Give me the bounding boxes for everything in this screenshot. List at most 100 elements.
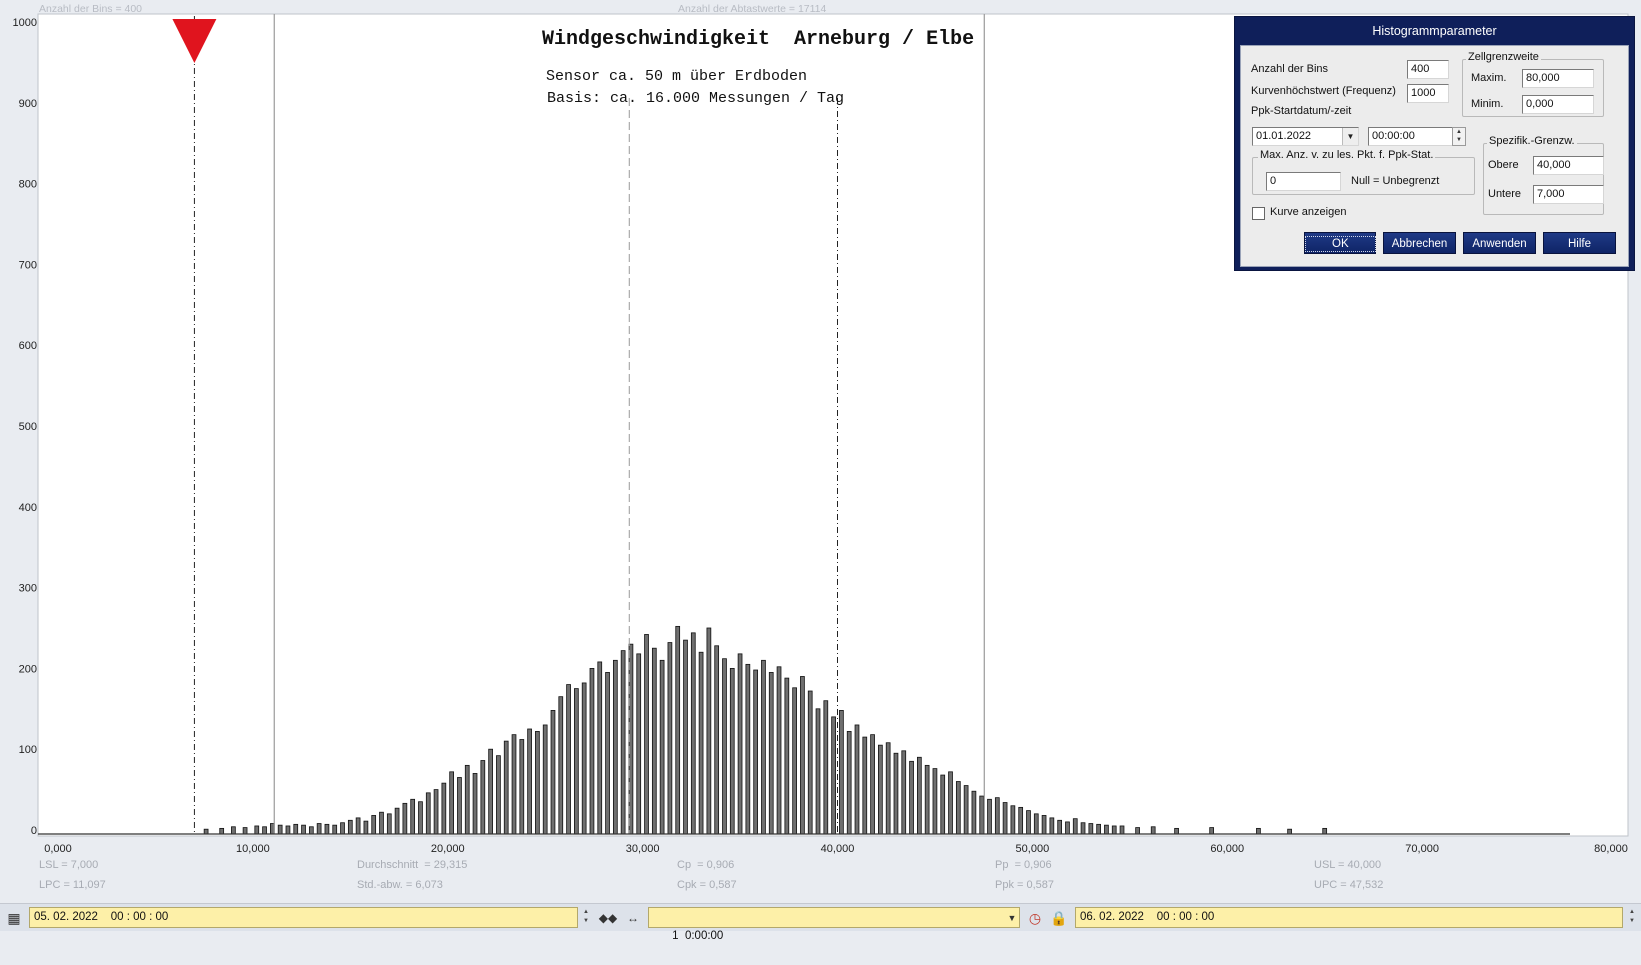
histogram-bar bbox=[745, 663, 751, 835]
expand-range-icon[interactable]: ↔ bbox=[622, 909, 644, 927]
max-points-hint: Null = Unbegrenzt bbox=[1351, 175, 1440, 187]
histogram-bar bbox=[1322, 827, 1328, 835]
show-curve-label: Kurve anzeigen bbox=[1270, 206, 1347, 218]
histogram-bar bbox=[854, 724, 860, 835]
histogram-bar bbox=[846, 731, 852, 835]
histogram-bar bbox=[862, 736, 868, 835]
histogram-bar bbox=[371, 815, 377, 835]
cell-min-input[interactable]: 0,000 bbox=[1522, 95, 1594, 114]
start-datetime-spinner[interactable]: ▲ ▼ bbox=[580, 908, 592, 927]
max-points-input[interactable]: 0 bbox=[1266, 172, 1341, 191]
y-tick-label: 800 bbox=[19, 179, 37, 191]
histogram-bar bbox=[885, 742, 891, 835]
y-tick-label: 400 bbox=[19, 502, 37, 514]
end-datetime-spinner[interactable]: ▲ ▼ bbox=[1626, 908, 1638, 927]
ppk-start-date-dropdown[interactable]: 01.01.2022 ▼ bbox=[1252, 127, 1359, 146]
histogram-bar bbox=[620, 650, 626, 835]
chart-subtitle-2: Basis: ca. 16.000 Messungen / Tag bbox=[547, 90, 844, 107]
y-tick-label: 100 bbox=[19, 744, 37, 756]
time-spinner[interactable]: ▲ ▼ bbox=[1452, 127, 1466, 146]
y-tick-label: 500 bbox=[19, 421, 37, 433]
bins-label: Anzahl der Bins bbox=[1251, 63, 1329, 75]
histogram-bar bbox=[994, 797, 1000, 835]
x-tick-label: 50,000 bbox=[1016, 843, 1050, 855]
histogram-window: 1000 900 800 700 600 500 400 300 200 100 0 0,000 10,… bbox=[0, 0, 1641, 942]
histogram-bar bbox=[893, 752, 899, 835]
histogram-bar bbox=[581, 682, 587, 835]
histogram-bar bbox=[231, 826, 236, 835]
histogram-bar bbox=[542, 724, 548, 835]
spin-down-icon[interactable]: ▼ bbox=[1453, 136, 1465, 144]
ok-button-label: OK bbox=[1305, 236, 1376, 252]
histogram-bar bbox=[963, 785, 969, 835]
bins-input[interactable]: 400 bbox=[1407, 60, 1449, 79]
start-datetime-input[interactable]: 05. 02. 2022 00 : 00 : 00 bbox=[29, 907, 578, 928]
x-tick-label: 30,000 bbox=[626, 843, 660, 855]
histogram-bar bbox=[807, 690, 813, 835]
histogram-bar bbox=[776, 666, 782, 835]
y-tick-label: 900 bbox=[19, 98, 37, 110]
max-frequency-input[interactable]: 1000 bbox=[1407, 84, 1449, 103]
histogram-bar bbox=[1026, 810, 1031, 835]
histogram-bar bbox=[948, 771, 953, 835]
stat-ppk: Ppk = 0,587 bbox=[995, 879, 1055, 891]
histogram-bar bbox=[792, 687, 797, 835]
help-button[interactable]: Hilfe bbox=[1543, 232, 1616, 254]
clock-icon[interactable]: ◷ bbox=[1026, 909, 1044, 927]
chevron-down-icon[interactable]: ▼ bbox=[1342, 128, 1358, 145]
spin-up-icon[interactable]: ▲ bbox=[1453, 128, 1465, 136]
histogram-bar bbox=[1018, 806, 1024, 835]
histogram-bar bbox=[1041, 815, 1047, 835]
apply-button[interactable]: Anwenden bbox=[1463, 232, 1536, 254]
spin-down-icon[interactable]: ▼ bbox=[1626, 917, 1638, 926]
histogram-bar bbox=[332, 824, 338, 835]
stat-usl: USL = 40,000 bbox=[1314, 859, 1382, 871]
x-tick-label: 10,000 bbox=[236, 843, 270, 855]
histogram-bar bbox=[729, 668, 735, 835]
x-tick-label: 60,000 bbox=[1210, 843, 1244, 855]
spin-down-icon[interactable]: ▼ bbox=[580, 917, 592, 926]
ppk-start-date-value: 01.01.2022 bbox=[1256, 130, 1312, 142]
chevron-down-icon[interactable]: ▼ bbox=[1003, 909, 1021, 927]
end-datetime-input[interactable]: 06. 02. 2022 00 : 00 : 00 bbox=[1075, 907, 1623, 928]
histogram-bar bbox=[768, 672, 774, 835]
spin-up-icon[interactable]: ▲ bbox=[1626, 908, 1638, 917]
histogram-bar bbox=[347, 819, 353, 835]
dialog-title[interactable]: Histogrammparameter bbox=[1235, 17, 1634, 45]
histogram-bar bbox=[1065, 821, 1070, 835]
histogram-bar bbox=[1002, 802, 1008, 835]
histogram-bar bbox=[402, 802, 408, 835]
cancel-button[interactable]: Abbrechen bbox=[1383, 232, 1456, 254]
histogram-bar bbox=[496, 755, 501, 835]
stat-lpc: LPC = 11,097 bbox=[39, 879, 106, 891]
histogram-bar bbox=[1080, 822, 1086, 835]
cell-max-input[interactable]: 80,000 bbox=[1522, 69, 1594, 88]
histogram-bar bbox=[242, 827, 248, 835]
histogram-bar bbox=[924, 764, 930, 835]
histogram-bar bbox=[488, 748, 493, 835]
histogram-bar bbox=[511, 734, 517, 835]
spec-upper-input[interactable]: 40,000 bbox=[1533, 156, 1604, 175]
histogram-bar bbox=[870, 734, 875, 835]
histogram-bar bbox=[659, 659, 665, 835]
y-tick-label: 600 bbox=[19, 340, 37, 352]
histogram-bar bbox=[979, 795, 985, 835]
y-tick-label: 300 bbox=[19, 583, 37, 595]
chart-title: Windgeschwindigkeit Arneburg / Elbe bbox=[542, 28, 974, 51]
time-range-bar: ▦ 05. 02. 2022 00 : 00 : 00 ▲ ▼ ◆◆ ↔ 1 0:… bbox=[0, 903, 1641, 942]
histogram-bar bbox=[441, 782, 447, 835]
lock-icon[interactable]: 🔒 bbox=[1050, 909, 1068, 927]
spec-lower-input[interactable]: 7,000 bbox=[1533, 185, 1604, 204]
histogram-bar bbox=[667, 642, 673, 835]
interval-dropdown[interactable]: 1 0:00:00 bbox=[648, 907, 1020, 942]
histogram-bar bbox=[254, 825, 260, 835]
shift-range-icon[interactable]: ◆◆ bbox=[597, 909, 619, 927]
histogram-bar bbox=[1104, 824, 1109, 835]
x-tick-label: 0,000 bbox=[44, 843, 72, 855]
ok-button[interactable]: OK bbox=[1304, 232, 1376, 254]
calendar-icon[interactable]: ▦ bbox=[5, 909, 23, 927]
show-curve-checkbox[interactable] bbox=[1252, 207, 1265, 220]
spec-lower-label: Untere bbox=[1488, 188, 1522, 200]
dialog-body: Anzahl der Bins 400 Kurvenhöchstwert (Fr… bbox=[1240, 45, 1629, 267]
spin-up-icon[interactable]: ▲ bbox=[580, 908, 592, 917]
